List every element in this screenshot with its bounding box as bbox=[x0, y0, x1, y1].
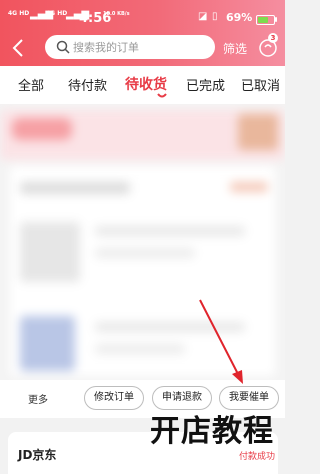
blurred-image bbox=[20, 316, 75, 371]
battery-icon bbox=[256, 15, 275, 25]
blurred-line bbox=[95, 248, 195, 258]
search-input[interactable] bbox=[73, 38, 208, 56]
blurred-image bbox=[20, 222, 80, 282]
watermark-text: 开店教程 bbox=[150, 414, 274, 449]
signal-left-label: 4G HD bbox=[8, 10, 30, 17]
order-search-box[interactable] bbox=[45, 35, 215, 59]
blurred-line bbox=[95, 344, 185, 354]
blurred-line bbox=[230, 182, 268, 192]
filter-button[interactable]: 筛选 bbox=[223, 40, 247, 57]
search-icon bbox=[56, 40, 70, 54]
battery-percent: 69% bbox=[226, 11, 253, 24]
blurred-line bbox=[95, 226, 245, 236]
tab-all[interactable]: 全部 bbox=[18, 75, 44, 94]
nfc-icon: ◪ bbox=[198, 11, 208, 22]
blurred-badge bbox=[12, 118, 72, 140]
gift-badge: 3 bbox=[268, 33, 278, 43]
back-arrow-icon[interactable] bbox=[12, 38, 24, 58]
tab-completed[interactable]: 已完成 bbox=[186, 75, 225, 94]
blurred-thumbnail bbox=[238, 114, 278, 150]
battery-level-fill bbox=[258, 17, 268, 23]
tab-pending-receipt[interactable]: 待收货 bbox=[125, 74, 167, 94]
blurred-line bbox=[95, 322, 245, 332]
store-name: JD京东 bbox=[18, 448, 57, 462]
blurred-order-card bbox=[0, 104, 285, 380]
more-button[interactable]: 更多 bbox=[28, 391, 48, 406]
blurred-line bbox=[20, 182, 130, 194]
tab-cancelled[interactable]: 已取消 bbox=[241, 75, 280, 94]
tab-pending-payment[interactable]: 待付款 bbox=[68, 75, 107, 94]
modify-order-button[interactable]: 修改订单 bbox=[84, 386, 144, 410]
blurred-content bbox=[0, 104, 285, 380]
active-tab-indicator bbox=[157, 93, 167, 98]
order-status: 付款成功 bbox=[239, 452, 276, 462]
vibrate-icon: ▯ bbox=[212, 11, 218, 22]
order-tabs: 全部 待付款 待收货 已完成 已取消 bbox=[0, 66, 285, 104]
header-bar: 4G HD ▂▄▆ 4G HD ▂▄▆ 4:56 18.0 KB/s ◪ ▯ 6… bbox=[0, 0, 285, 66]
battery-tip bbox=[275, 17, 277, 22]
signal-right-label: 4G HD bbox=[46, 10, 68, 17]
network-speed: 18.0 KB/s bbox=[103, 11, 130, 17]
status-bar: 4G HD ▂▄▆ 4G HD ▂▄▆ 4:56 18.0 KB/s ◪ ▯ 6… bbox=[0, 6, 285, 26]
